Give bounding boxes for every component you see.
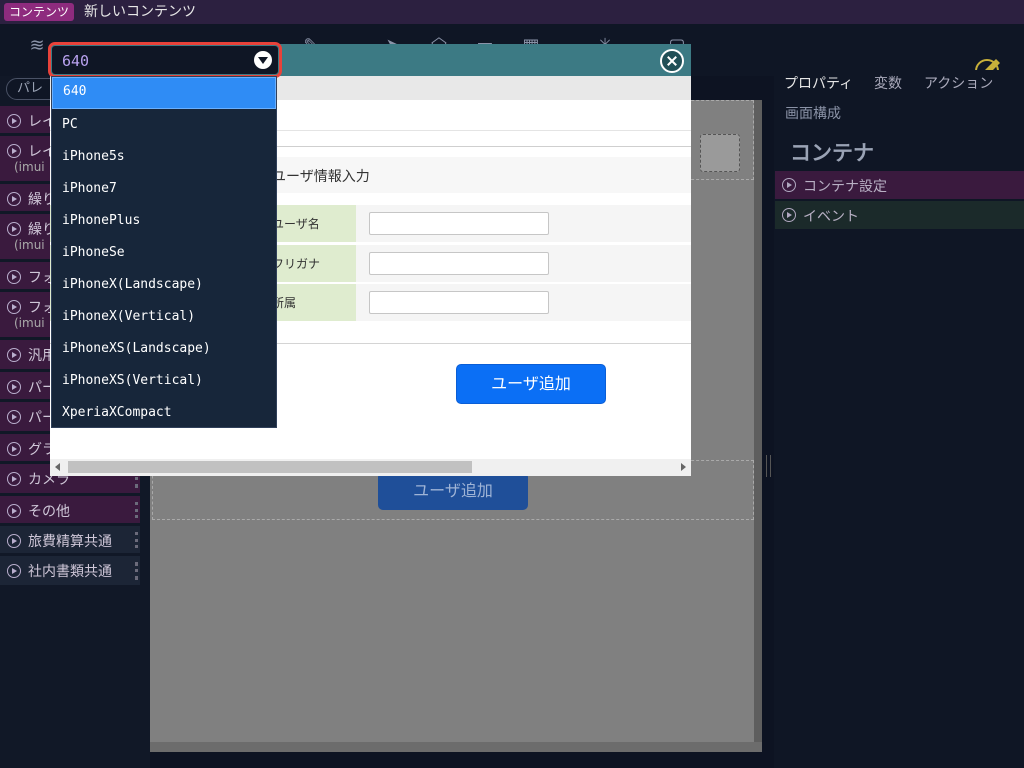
chevron-down-icon[interactable] — [254, 51, 272, 69]
panel-splitter-handle[interactable] — [766, 455, 771, 477]
drag-handle-icon[interactable] — [135, 532, 138, 548]
database-icon[interactable]: ≋ — [26, 34, 48, 58]
palette-item-label: 旅費精算共通 — [28, 534, 112, 550]
expand-arrow-icon — [7, 192, 21, 206]
tab-variables[interactable]: 変数 — [874, 76, 902, 92]
expand-arrow-icon — [7, 472, 21, 486]
expand-arrow-icon — [7, 348, 21, 362]
expand-arrow-icon — [7, 380, 21, 394]
tab-properties[interactable]: プロパティ — [784, 76, 853, 92]
expand-arrow-icon — [7, 270, 21, 284]
device-select-value: 640 — [62, 52, 90, 70]
department-input[interactable] — [369, 291, 549, 314]
expand-arrow-icon — [7, 144, 21, 158]
canvas-horizontal-scrollbar[interactable] — [150, 742, 762, 752]
drag-handle-icon[interactable] — [135, 502, 138, 518]
palette-item-sublabel: (imui — [14, 238, 45, 252]
palette-item[interactable]: 旅費精算共通 — [0, 526, 140, 554]
expand-arrow-icon — [7, 300, 21, 314]
content-title[interactable]: 新しいコンテンツ — [84, 3, 196, 21]
tab-screen-structure[interactable]: 画面構成 — [785, 103, 841, 123]
expand-arrow-icon — [7, 410, 21, 424]
device-option[interactable]: PC — [52, 109, 276, 141]
palette-item-sublabel: (imui — [14, 316, 45, 330]
device-option[interactable]: iPhonePlus — [52, 205, 276, 237]
scroll-right-icon[interactable] — [681, 463, 686, 471]
device-option[interactable]: iPhone5s — [52, 141, 276, 173]
device-option[interactable]: iPhoneXS(Landscape) — [52, 333, 276, 365]
palette-item-label: その他 — [28, 504, 70, 520]
accordion-label: コンテナ設定 — [803, 179, 887, 195]
device-option[interactable]: iPhone7 — [52, 173, 276, 205]
drag-handle-icon[interactable] — [135, 562, 138, 580]
add-user-button[interactable]: ユーザ追加 — [456, 364, 606, 404]
accordion-events[interactable]: イベント — [775, 201, 1024, 229]
expand-arrow-icon — [782, 178, 796, 192]
palette-item[interactable]: その他 — [0, 496, 140, 524]
palette-item-sublabel: (imui — [14, 160, 45, 174]
scrollbar-thumb[interactable] — [68, 461, 472, 473]
device-option[interactable]: iPhoneXS(Vertical) — [52, 365, 276, 397]
palette-item[interactable]: 社内書類共通 — [0, 556, 140, 586]
reload-icon[interactable] — [700, 134, 740, 172]
expand-arrow-icon — [782, 208, 796, 222]
accordion-label: イベント — [803, 209, 859, 225]
device-option[interactable]: iPhoneX(Vertical) — [52, 301, 276, 333]
expand-arrow-icon — [7, 534, 21, 548]
furigana-label: フリガナ — [272, 257, 321, 271]
device-option[interactable]: iPhoneSe — [52, 237, 276, 269]
device-option[interactable]: XperiaXCompact — [52, 397, 276, 429]
palette-item-label: 社内書類共通 — [28, 564, 112, 580]
accordion-container-settings[interactable]: コンテナ設定 — [775, 171, 1024, 199]
expand-arrow-icon — [7, 114, 21, 128]
device-option[interactable]: 640 — [52, 77, 276, 109]
panel-heading: コンテナ — [790, 141, 874, 165]
expand-arrow-icon — [7, 504, 21, 518]
scroll-left-icon[interactable] — [55, 463, 60, 471]
expand-arrow-icon — [7, 222, 21, 236]
furigana-input[interactable] — [369, 252, 549, 275]
username-label: ユーザ名 — [272, 217, 320, 231]
form-title: ユーザ情報入力 — [272, 169, 370, 185]
device-option[interactable]: iPhoneX(Landscape) — [52, 269, 276, 301]
tab-actions[interactable]: アクション — [924, 76, 993, 92]
content-badge[interactable]: コンテンツ — [4, 3, 75, 21]
expand-arrow-icon — [7, 442, 21, 456]
close-icon[interactable] — [660, 49, 684, 73]
username-input[interactable] — [369, 212, 549, 235]
canvas-vertical-scrollbar[interactable] — [754, 100, 762, 752]
expand-arrow-icon — [7, 564, 21, 578]
canvas-add-user-button[interactable]: ユーザ追加 — [378, 472, 528, 510]
